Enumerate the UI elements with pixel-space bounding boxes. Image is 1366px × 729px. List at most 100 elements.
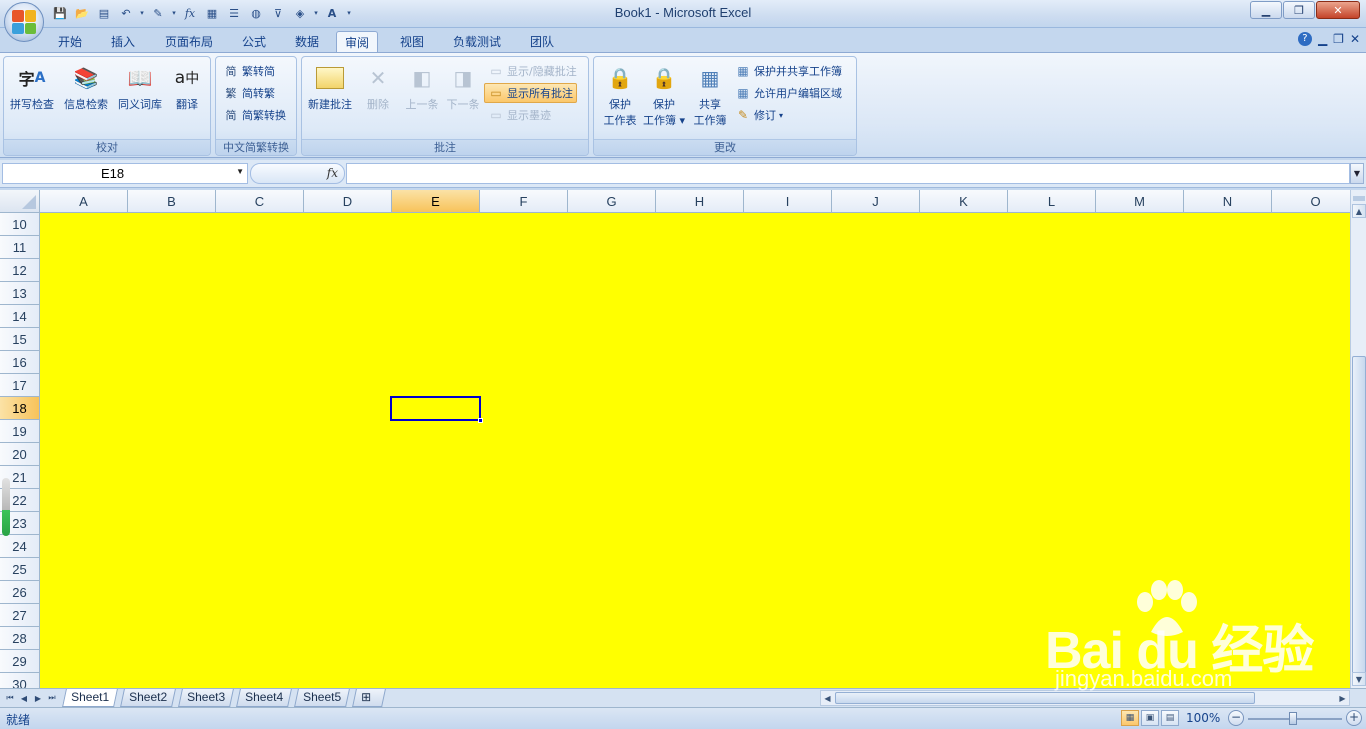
show-all-comments-button[interactable]: ▭ 显示所有批注 bbox=[484, 83, 577, 103]
horizontal-scroll-thumb[interactable] bbox=[835, 692, 1255, 704]
convert-button[interactable]: 简 简繁转换 bbox=[220, 105, 289, 125]
select-all-button[interactable] bbox=[0, 190, 40, 213]
sheet-tab-1[interactable]: Sheet1 bbox=[62, 689, 118, 707]
row-header-18[interactable]: 18 bbox=[0, 397, 40, 420]
first-sheet-icon[interactable]: ⏮ bbox=[4, 691, 16, 705]
tab-view[interactable]: 视图 bbox=[392, 31, 432, 52]
tab-review[interactable]: 审阅 bbox=[336, 31, 379, 52]
next-sheet-icon[interactable]: ▶ bbox=[32, 691, 44, 705]
tab-formulas[interactable]: 公式 bbox=[234, 31, 274, 52]
office-button[interactable] bbox=[4, 2, 44, 42]
worksheet-grid[interactable]: ABCDEFGHIJKLMNO 10 11 12 13 14 15 16 17 18 19 20 21… bbox=[0, 190, 1350, 688]
insert-sheet-button[interactable]: ⊞ bbox=[352, 689, 386, 707]
row-header-25[interactable]: 25 bbox=[0, 558, 40, 581]
share-workbook-button[interactable]: ▦ 共享 工作簿 bbox=[684, 60, 736, 138]
tab-team[interactable]: 团队 bbox=[522, 31, 562, 52]
sheet-tab-3[interactable]: Sheet3 bbox=[178, 689, 234, 707]
fill-handle[interactable] bbox=[478, 418, 483, 423]
row-header-10[interactable]: 10 bbox=[0, 213, 40, 236]
row-header-19[interactable]: 19 bbox=[0, 420, 40, 443]
horizontal-scrollbar[interactable]: ◀ ▶ bbox=[820, 690, 1350, 706]
row-header-11[interactable]: 11 bbox=[0, 236, 40, 259]
zoom-slider-thumb[interactable] bbox=[1289, 712, 1297, 725]
tab-home[interactable]: 开始 bbox=[50, 31, 90, 52]
workbook-restore-button[interactable]: ❐ bbox=[1333, 32, 1344, 46]
tab-insert[interactable]: 插入 bbox=[103, 31, 143, 52]
name-box-dropdown-icon[interactable]: ▼ bbox=[236, 167, 244, 176]
workbook-close-button[interactable]: ✕ bbox=[1350, 32, 1360, 46]
workbook-minimize-button[interactable]: ▁ bbox=[1318, 32, 1327, 46]
row-header-30[interactable]: 30 bbox=[0, 673, 40, 688]
column-header-l[interactable]: L bbox=[1008, 190, 1096, 213]
scroll-right-icon[interactable]: ▶ bbox=[1336, 691, 1349, 705]
insert-function-button[interactable]: fx bbox=[250, 163, 345, 184]
thesaurus-button[interactable]: 📖 同义词库 bbox=[114, 60, 166, 138]
page-layout-view-icon[interactable]: ▣ bbox=[1141, 710, 1159, 726]
column-header-f[interactable]: F bbox=[480, 190, 568, 213]
allow-edit-ranges-button[interactable]: ▦ 允许用户编辑区域 bbox=[732, 83, 845, 103]
column-header-k[interactable]: K bbox=[920, 190, 1008, 213]
column-header-g[interactable]: G bbox=[568, 190, 656, 213]
tab-load-test[interactable]: 负载测试 bbox=[445, 31, 509, 52]
new-comment-button[interactable]: 新建批注 bbox=[304, 60, 356, 138]
sheet-tab-2[interactable]: Sheet2 bbox=[120, 689, 176, 707]
vertical-scrollbar[interactable]: ▲ ▼ bbox=[1350, 190, 1366, 688]
scroll-down-icon[interactable]: ▼ bbox=[1352, 672, 1366, 686]
active-cell[interactable] bbox=[390, 396, 483, 423]
protect-and-share-button[interactable]: ▦ 保护并共享工作簿 bbox=[732, 61, 845, 81]
row-header-12[interactable]: 12 bbox=[0, 259, 40, 282]
show-ink-button[interactable]: ▭ 显示墨迹 bbox=[485, 105, 554, 125]
minimize-button[interactable]: ▁ bbox=[1250, 1, 1282, 19]
row-header-27[interactable]: 27 bbox=[0, 604, 40, 627]
column-header-e[interactable]: E bbox=[392, 190, 480, 213]
restore-button[interactable]: ❐ bbox=[1283, 1, 1315, 19]
row-header-29[interactable]: 29 bbox=[0, 650, 40, 673]
zoom-in-icon[interactable]: + bbox=[1346, 710, 1362, 726]
column-header-a[interactable]: A bbox=[40, 190, 128, 213]
simp-to-trad-button[interactable]: 繁 简转繁 bbox=[220, 83, 278, 103]
row-header-17[interactable]: 17 bbox=[0, 374, 40, 397]
column-header-i[interactable]: I bbox=[744, 190, 832, 213]
page-break-view-icon[interactable]: ▤ bbox=[1161, 710, 1179, 726]
formula-input[interactable] bbox=[346, 163, 1350, 184]
row-header-28[interactable]: 28 bbox=[0, 627, 40, 650]
normal-view-icon[interactable]: ▦ bbox=[1121, 710, 1139, 726]
column-header-b[interactable]: B bbox=[128, 190, 216, 213]
scroll-left-icon[interactable]: ◀ bbox=[821, 691, 834, 705]
track-changes-button[interactable]: ✎ 修订 ▾ bbox=[732, 105, 786, 125]
research-button[interactable]: 📚 信息检索 bbox=[60, 60, 112, 138]
trad-to-simp-button[interactable]: 简 繁转简 bbox=[220, 61, 278, 81]
sheet-tab-4[interactable]: Sheet4 bbox=[236, 689, 292, 707]
protect-workbook-button[interactable]: 🔒 保护 工作簿 ▾ bbox=[638, 60, 690, 138]
row-header-16[interactable]: 16 bbox=[0, 351, 40, 374]
translate-button[interactable]: a中 翻译 bbox=[161, 60, 213, 138]
column-header-h[interactable]: H bbox=[656, 190, 744, 213]
column-header-o[interactable]: O bbox=[1272, 190, 1350, 213]
last-sheet-icon[interactable]: ⏭ bbox=[46, 691, 58, 705]
show-hide-comment-button[interactable]: ▭ 显示/隐藏批注 bbox=[485, 61, 580, 81]
sheet-tab-5[interactable]: Sheet5 bbox=[294, 689, 350, 707]
row-header-26[interactable]: 26 bbox=[0, 581, 40, 604]
column-header-d[interactable]: D bbox=[304, 190, 392, 213]
zoom-out-icon[interactable]: − bbox=[1228, 710, 1244, 726]
row-header-24[interactable]: 24 bbox=[0, 535, 40, 558]
next-comment-button[interactable]: ◨ 下一条 bbox=[437, 60, 489, 138]
zoom-level[interactable]: 100% bbox=[1186, 711, 1220, 725]
vertical-scroll-thumb[interactable] bbox=[1352, 356, 1366, 676]
column-header-m[interactable]: M bbox=[1096, 190, 1184, 213]
row-header-14[interactable]: 14 bbox=[0, 305, 40, 328]
help-icon[interactable]: ? bbox=[1297, 32, 1312, 46]
prev-sheet-icon[interactable]: ◀ bbox=[18, 691, 30, 705]
column-header-j[interactable]: J bbox=[832, 190, 920, 213]
name-box[interactable]: E18 ▼ bbox=[2, 163, 248, 184]
row-header-20[interactable]: 20 bbox=[0, 443, 40, 466]
column-header-n[interactable]: N bbox=[1184, 190, 1272, 213]
expand-formula-bar-icon[interactable]: ▼ bbox=[1350, 163, 1364, 184]
tab-page-layout[interactable]: 页面布局 bbox=[157, 31, 221, 52]
row-header-13[interactable]: 13 bbox=[0, 282, 40, 305]
tab-data[interactable]: 数据 bbox=[287, 31, 327, 52]
column-header-c[interactable]: C bbox=[216, 190, 304, 213]
spelling-button[interactable]: 字A 拼写检查 bbox=[6, 60, 58, 138]
row-header-15[interactable]: 15 bbox=[0, 328, 40, 351]
close-button[interactable]: ✕ bbox=[1316, 1, 1360, 19]
